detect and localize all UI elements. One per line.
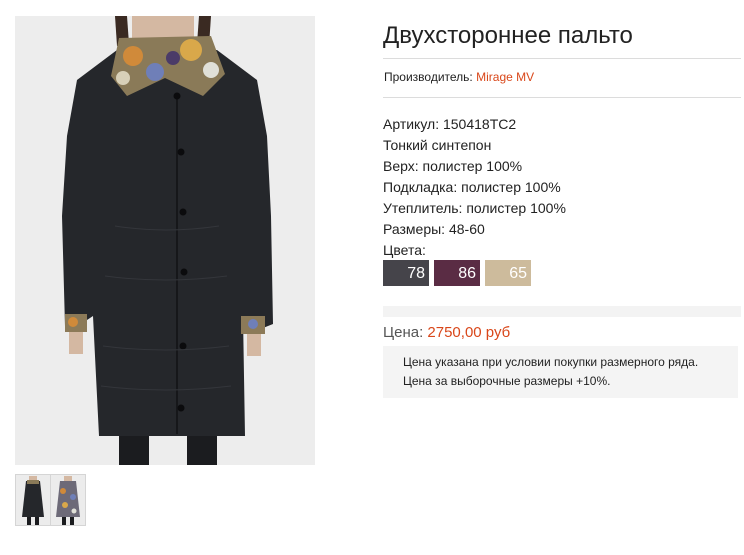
price-note-line: Цена указана при условии покупки размерн… [403,355,699,369]
price-value: 2750,00 руб [427,324,511,341]
section-separator [383,306,741,317]
colors-label: Цвета: [383,242,426,258]
spec-sizes: Размеры: 48-60 [383,221,485,237]
thumbnail-front-image [16,475,50,525]
thumbnail-reverse[interactable] [50,474,86,526]
coat-photo [15,16,315,465]
manufacturer: Производитель: Mirage MV [384,70,534,84]
color-code: 86 [458,265,476,282]
price-label: Цена: [383,324,424,341]
price-note: Цена указана при условии покупки размерн… [383,346,738,398]
price: Цена: 2750,00 руб [383,324,510,341]
divider [383,58,741,59]
spec-filling: Утеплитель: полистер 100% [383,200,566,216]
manufacturer-label: Производитель: [384,70,473,84]
spec-article: Артикул: 150418TC2 [383,116,517,132]
spec-insulation-type: Тонкий синтепон [383,137,492,153]
thumbnail-reverse-image [51,475,85,525]
product-title: Двухстороннее пальто [383,22,633,49]
color-code: 65 [509,265,527,282]
product-specs: Артикул: 150418TC2 Тонкий синтепон Верх:… [383,114,566,261]
color-swatch-86[interactable]: 86 [434,260,480,286]
color-swatch-65[interactable]: 65 [485,260,531,286]
thumbnail-front[interactable] [15,474,51,526]
color-code: 78 [407,265,425,282]
product-main-image[interactable] [15,16,315,465]
divider [383,97,741,98]
spec-outer: Верх: полистер 100% [383,158,523,174]
spec-lining: Подкладка: полистер 100% [383,179,561,195]
price-note-line: Цена за выборочные размеры +10%. [403,374,611,388]
manufacturer-link[interactable]: Mirage MV [476,70,534,84]
color-swatch-78[interactable]: 78 [383,260,429,286]
